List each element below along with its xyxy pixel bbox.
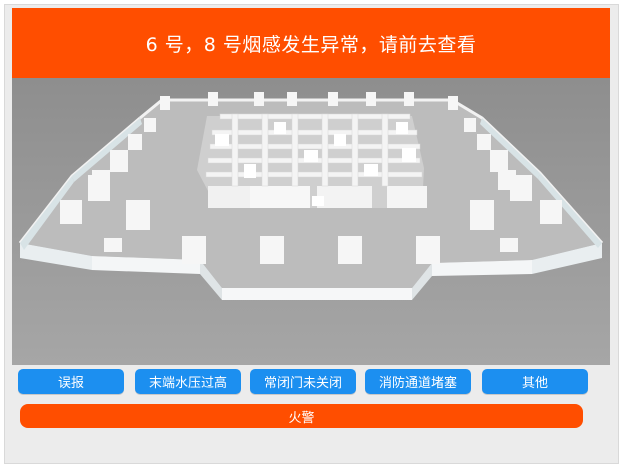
fire-alarm-label: 火警 bbox=[288, 410, 315, 426]
high-water-pressure-label: 末端水压过高 bbox=[148, 376, 227, 391]
floor-3d-view bbox=[12, 78, 610, 365]
door-not-closed-button[interactable]: 常闭门未关闭 bbox=[250, 369, 356, 394]
false-alarm-button[interactable]: 误报 bbox=[18, 369, 124, 394]
other-label: 其他 bbox=[521, 376, 548, 391]
fire-exit-blocked-button[interactable]: 消防通道堵塞 bbox=[365, 369, 471, 394]
high-water-pressure-button[interactable]: 末端水压过高 bbox=[135, 369, 241, 394]
false-alarm-label: 误报 bbox=[57, 376, 84, 391]
other-button[interactable]: 其他 bbox=[482, 369, 588, 394]
door-not-closed-label: 常闭门未关闭 bbox=[263, 376, 342, 391]
fire-alarm-button[interactable]: 火警 bbox=[20, 404, 583, 428]
alert-message: 6 号，8 号烟感发生异常，请前去查看 bbox=[145, 33, 477, 56]
alert-banner: 6 号，8 号烟感发生异常，请前去查看 bbox=[12, 8, 610, 78]
fire-exit-blocked-label: 消防通道堵塞 bbox=[378, 376, 457, 391]
floor-plan-illustration bbox=[12, 78, 610, 365]
